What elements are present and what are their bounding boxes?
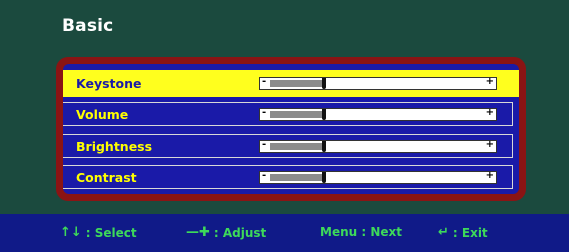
- slider-minus: -: [262, 139, 267, 150]
- slider-plus: +: [485, 170, 494, 181]
- hint-next-label: Menu : Next: [320, 225, 402, 239]
- menu-item-volume[interactable]: Volume - +: [63, 102, 513, 126]
- slider-minus: -: [262, 170, 267, 181]
- menu-item-contrast[interactable]: Contrast - +: [63, 165, 513, 189]
- menu-item-brightness[interactable]: Brightness - +: [63, 134, 513, 158]
- hint-select-label: : Select: [85, 225, 137, 240]
- slider-minus: -: [262, 107, 267, 118]
- page-title: Basic: [62, 16, 114, 36]
- menu-item-label: Keystone: [76, 76, 142, 91]
- hint-exit: ↵ : Exit: [438, 225, 488, 240]
- slider-plus: +: [485, 76, 494, 87]
- hint-select: ↑↓ : Select: [60, 225, 137, 240]
- hint-exit-label: : Exit: [452, 225, 488, 240]
- slider-minus: -: [262, 76, 267, 87]
- hint-next: Menu : Next: [320, 225, 402, 239]
- slider-plus: +: [485, 139, 494, 150]
- hint-adjust-label: : Adjust: [213, 225, 267, 240]
- slider-thumb[interactable]: [322, 109, 326, 120]
- menu-item-keystone[interactable]: Keystone - +: [63, 70, 519, 97]
- slider-fill: [270, 143, 322, 150]
- brightness-slider[interactable]: - +: [259, 139, 497, 153]
- hint-adjust: —✚ : Adjust: [186, 225, 266, 240]
- menu-panel: Keystone - + Volume - + Brightness - + C…: [63, 64, 519, 194]
- menu-item-label: Contrast: [76, 169, 137, 185]
- footer-hints: ↑↓ : Select —✚ : Adjust Menu : Next ↵ : …: [0, 214, 569, 252]
- slider-plus: +: [485, 107, 494, 118]
- volume-slider[interactable]: - +: [259, 107, 497, 121]
- slider-thumb[interactable]: [322, 172, 326, 183]
- menu-item-label: Volume: [76, 106, 129, 122]
- contrast-slider[interactable]: - +: [259, 170, 497, 184]
- slider-fill: [270, 80, 322, 87]
- up-down-arrows-icon: ↑↓: [60, 225, 82, 240]
- slider-thumb[interactable]: [322, 141, 326, 152]
- minus-plus-icon: —✚: [186, 225, 210, 240]
- slider-fill: [270, 111, 322, 118]
- enter-return-icon: ↵: [438, 225, 449, 240]
- slider-thumb[interactable]: [322, 78, 326, 89]
- menu-frame: Keystone - + Volume - + Brightness - + C…: [56, 57, 526, 201]
- slider-fill: [270, 174, 322, 181]
- keystone-slider[interactable]: - +: [259, 76, 497, 90]
- menu-item-label: Brightness: [76, 138, 153, 154]
